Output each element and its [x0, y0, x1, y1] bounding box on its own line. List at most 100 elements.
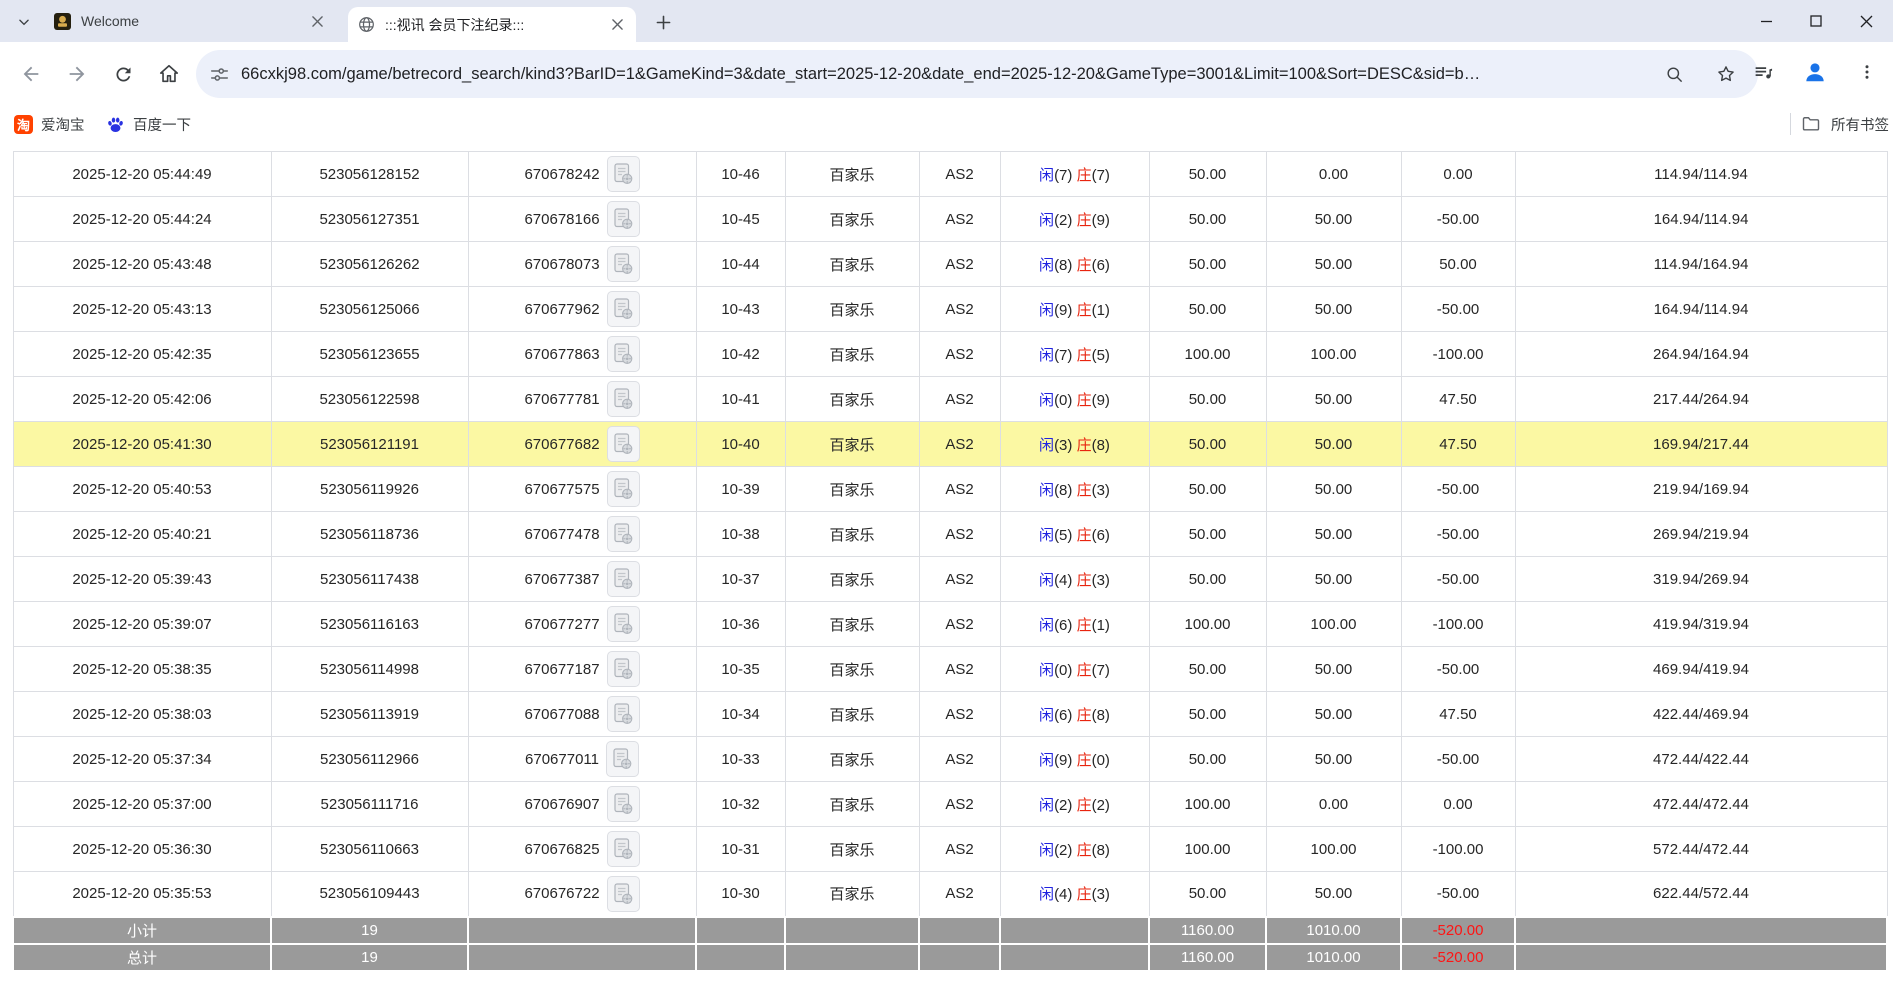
table-row[interactable]: 2025-12-20 05:37:34523056112966670677011…: [13, 737, 1887, 782]
table-row[interactable]: 2025-12-20 05:38:35523056114998670677187…: [13, 647, 1887, 692]
game-id-text: 670678073: [524, 256, 599, 273]
site-settings-tune-icon[interactable]: [210, 65, 229, 84]
player-label: 闲: [1039, 257, 1054, 274]
tab-close-icon[interactable]: [608, 16, 626, 34]
banker-points: (1): [1092, 617, 1110, 634]
cell-bet-amount[interactable]: 50.00: [1149, 377, 1266, 422]
cell-bet-amount[interactable]: 100.00: [1149, 827, 1266, 872]
cell-bet-amount[interactable]: 50.00: [1149, 692, 1266, 737]
table-row[interactable]: 2025-12-20 05:39:07523056116163670677277…: [13, 602, 1887, 647]
bookmark-taobao[interactable]: 淘 爱淘宝: [14, 106, 85, 142]
video-record-button[interactable]: [606, 741, 639, 777]
maximize-icon[interactable]: [1791, 0, 1841, 42]
video-record-button[interactable]: [607, 291, 640, 327]
video-record-button[interactable]: [607, 561, 640, 597]
bookmark-star-icon[interactable]: [1708, 56, 1744, 92]
cell-game-name: 百家乐: [785, 782, 919, 827]
video-record-button[interactable]: [607, 651, 640, 687]
window-close-icon[interactable]: [1841, 0, 1891, 42]
forward-icon[interactable]: [58, 55, 96, 93]
cell-game-name: 百家乐: [785, 152, 919, 197]
home-icon[interactable]: [150, 55, 188, 93]
reload-icon[interactable]: [104, 55, 142, 93]
tab-welcome[interactable]: Welcome: [44, 0, 336, 42]
game-id-text: 670677187: [524, 661, 599, 678]
cell-bet-amount[interactable]: 50.00: [1149, 287, 1266, 332]
table-row[interactable]: 2025-12-20 05:36:30523056110663670676825…: [13, 827, 1887, 872]
video-record-button[interactable]: [607, 696, 640, 732]
table-row[interactable]: 2025-12-20 05:41:30523056121191670677682…: [13, 422, 1887, 467]
cell-bet-amount[interactable]: 50.00: [1149, 467, 1266, 512]
table-row[interactable]: 2025-12-20 05:43:13523056125066670677962…: [13, 287, 1887, 332]
table-row[interactable]: 2025-12-20 05:44:24523056127351670678166…: [13, 197, 1887, 242]
window-controls: [1741, 0, 1891, 42]
table-row[interactable]: 2025-12-20 05:44:49523056128152670678242…: [13, 152, 1887, 197]
cell-game-id: 670677011: [468, 737, 696, 782]
video-record-button[interactable]: [607, 606, 640, 642]
table-row[interactable]: 2025-12-20 05:42:35523056123655670677863…: [13, 332, 1887, 377]
cell-bet-time: 2025-12-20 05:44:24: [13, 197, 271, 242]
cell-bet-amount[interactable]: 100.00: [1149, 332, 1266, 377]
profile-avatar[interactable]: [1797, 54, 1833, 90]
minimize-icon[interactable]: [1741, 0, 1791, 42]
new-tab-plus-icon[interactable]: [650, 9, 676, 35]
cell-bet-amount[interactable]: 100.00: [1149, 602, 1266, 647]
player-points: (0): [1054, 392, 1072, 409]
cell-bet-amount[interactable]: 50.00: [1149, 647, 1266, 692]
video-record-button[interactable]: [607, 876, 640, 912]
tab-close-icon[interactable]: [308, 12, 326, 30]
cell-game-name: 百家乐: [785, 332, 919, 377]
table-row[interactable]: 2025-12-20 05:37:00523056111716670676907…: [13, 782, 1887, 827]
bookmark-baidu[interactable]: 百度一下: [106, 106, 191, 142]
player-label: 闲: [1039, 572, 1054, 589]
cell-bet-amount[interactable]: 50.00: [1149, 737, 1266, 782]
cell-bet-amount[interactable]: 50.00: [1149, 152, 1266, 197]
cell-bet-amount[interactable]: 50.00: [1149, 242, 1266, 287]
tab-bet-records[interactable]: :::视讯 会员下注纪录:::: [348, 7, 636, 42]
video-record-button[interactable]: [607, 201, 640, 237]
cell-bet-amount[interactable]: 50.00: [1149, 197, 1266, 242]
player-label: 闲: [1039, 662, 1054, 679]
cell-bet-amount[interactable]: 50.00: [1149, 422, 1266, 467]
player-points: (8): [1054, 482, 1072, 499]
cell-bet-amount[interactable]: 50.00: [1149, 512, 1266, 557]
video-record-button[interactable]: [607, 156, 640, 192]
video-record-button[interactable]: [607, 786, 640, 822]
zoom-magnifier-icon[interactable]: [1656, 56, 1692, 92]
cell-account: AS2: [919, 827, 1000, 872]
back-icon[interactable]: [12, 55, 50, 93]
all-bookmarks[interactable]: 所有书签: [1790, 106, 1889, 142]
url-bar[interactable]: 66cxkj98.com/game/betrecord_search/kind3…: [196, 50, 1758, 98]
video-record-button[interactable]: [607, 246, 640, 282]
video-record-button[interactable]: [607, 516, 640, 552]
table-row[interactable]: 2025-12-20 05:42:06523056122598670677781…: [13, 377, 1887, 422]
url-text[interactable]: 66cxkj98.com/game/betrecord_search/kind3…: [241, 65, 1648, 84]
video-record-button[interactable]: [607, 336, 640, 372]
cell-bet-amount[interactable]: 50.00: [1149, 557, 1266, 602]
cell-bet-time: 2025-12-20 05:39:43: [13, 557, 271, 602]
cell-game-id: 670677387: [468, 557, 696, 602]
media-queue-icon[interactable]: [1745, 54, 1781, 90]
player-label: 闲: [1039, 886, 1054, 903]
menu-kebab-icon[interactable]: [1849, 54, 1885, 90]
cell-bet-amount[interactable]: 100.00: [1149, 782, 1266, 827]
cell-bet-content: 闲(5) 庄(6): [1000, 512, 1149, 557]
tab-list-chevron-down-icon[interactable]: [12, 10, 36, 34]
table-row[interactable]: 2025-12-20 05:43:48523056126262670678073…: [13, 242, 1887, 287]
cell-bet-content: 闲(2) 庄(2): [1000, 782, 1149, 827]
table-row[interactable]: 2025-12-20 05:39:43523056117438670677387…: [13, 557, 1887, 602]
table-row[interactable]: 2025-12-20 05:40:53523056119926670677575…: [13, 467, 1887, 512]
cell-bet-amount[interactable]: 50.00: [1149, 872, 1266, 917]
video-record-button[interactable]: [607, 381, 640, 417]
table-row[interactable]: 2025-12-20 05:35:53523056109443670676722…: [13, 872, 1887, 917]
cell-bet-content: 闲(2) 庄(8): [1000, 827, 1149, 872]
tab-title: :::视讯 会员下注纪录:::: [385, 15, 608, 35]
cell-bet-id: 523056113919: [271, 692, 468, 737]
cell-bet-id: 523056122598: [271, 377, 468, 422]
video-record-button[interactable]: [607, 471, 640, 507]
video-record-button[interactable]: [607, 831, 640, 867]
table-row[interactable]: 2025-12-20 05:38:03523056113919670677088…: [13, 692, 1887, 737]
video-record-button[interactable]: [607, 426, 640, 462]
table-row[interactable]: 2025-12-20 05:40:21523056118736670677478…: [13, 512, 1887, 557]
player-points: (9): [1054, 752, 1072, 769]
